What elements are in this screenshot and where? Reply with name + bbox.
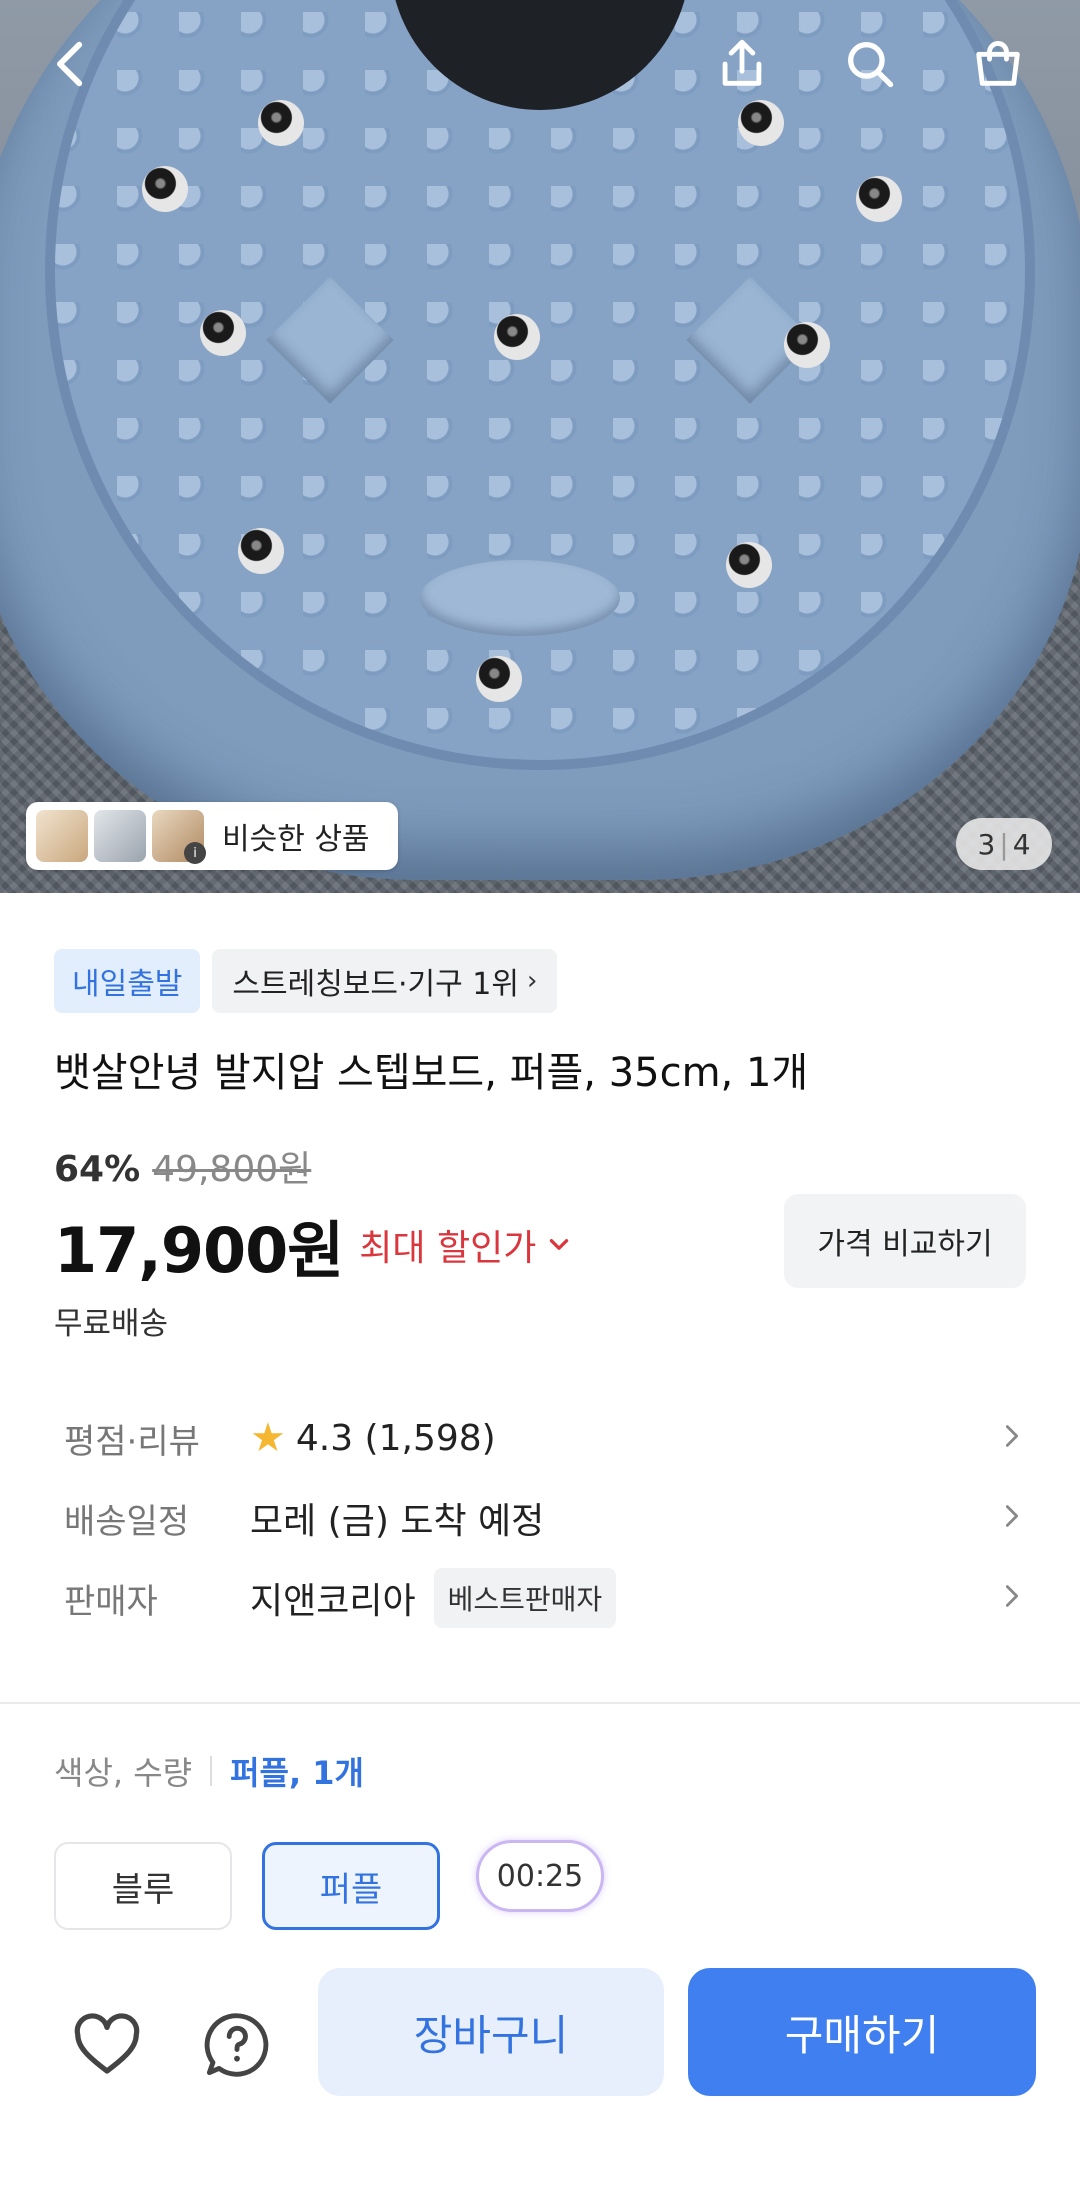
image-stone (738, 100, 784, 146)
rating-value: 4.3 (1,598) (295, 1417, 496, 1459)
chevron-right-icon (998, 1502, 1026, 1534)
delivery-value: 모레 (금) 도착 예정 (250, 1501, 545, 1542)
seller-row[interactable]: 판매자 지앤코리아 베스트판매자 (64, 1558, 1026, 1638)
image-stone (784, 322, 830, 368)
chevron-right-icon: › (526, 966, 538, 996)
image-stone (476, 656, 522, 702)
wishlist-button[interactable] (62, 2000, 152, 2090)
discount-percent: 64% (54, 1149, 141, 1190)
similar-products-chip[interactable]: i 비슷한 상품 (26, 802, 398, 870)
image-stone (856, 176, 902, 222)
inquiry-button[interactable] (192, 2000, 282, 2090)
buy-now-button[interactable]: 구매하기 (688, 1968, 1036, 2096)
image-stone (494, 314, 540, 360)
page-total: 4 (1012, 827, 1031, 861)
price-compare-button[interactable]: 가격 비교하기 (784, 1194, 1026, 1288)
page-current: 3 (977, 827, 996, 861)
ranking-label: 스트레칭보드·기구 1위 (232, 967, 519, 1002)
search-button[interactable] (830, 24, 910, 104)
delivery-label: 배송일정 (64, 1501, 190, 1542)
page-separator: | (999, 827, 1009, 861)
product-info-list: 평점·리뷰 ★ 4.3 (1,598) 배송일정 모레 (금) 도착 예정 판매… (64, 1398, 1026, 1638)
back-icon (57, 41, 83, 87)
add-to-cart-button[interactable]: 장바구니 (318, 1968, 664, 2096)
image-stone (238, 528, 284, 574)
option-header-divider (210, 1756, 213, 1786)
chevron-right-icon (998, 1582, 1026, 1614)
section-divider (0, 1702, 1080, 1704)
option-summary[interactable]: 색상, 수량 퍼플, 1개 (54, 1748, 364, 1794)
delivery-badge: 내일출발 (54, 949, 201, 1013)
rating-value-group: ★ 4.3 (1,598) (250, 1415, 496, 1461)
question-icon (204, 2013, 269, 2077)
ranking-badge[interactable]: 스트레칭보드·기구 1위 › (212, 949, 558, 1013)
chevron-right-icon (998, 1422, 1026, 1454)
product-tags: 내일출발 스트레칭보드·기구 1위 › (54, 949, 558, 1013)
option-blue-button[interactable]: 블루 (54, 1842, 232, 1930)
rating-label: 평점·리뷰 (64, 1421, 200, 1462)
max-discount-label: 최대 할인가 (359, 1228, 537, 1269)
seller-name: 지앤코리아 (250, 1581, 416, 1622)
chevron-down-icon (550, 1239, 569, 1250)
option-header-label: 색상, 수량 (54, 1754, 193, 1792)
seller-badge: 베스트판매자 (433, 1568, 617, 1628)
option-purple-button[interactable]: 퍼플 (262, 1842, 440, 1930)
option-selected-value: 퍼플, 1개 (230, 1754, 364, 1792)
original-price: 49,800원 (152, 1149, 312, 1190)
shopping-bag-icon (976, 41, 1020, 86)
price-row: 17,900원 최대 할인가 (54, 1200, 572, 1290)
similar-products-label: 비슷한 상품 (222, 822, 370, 857)
similar-thumb: i (152, 810, 206, 864)
discount-row: 64% 49,800원 (54, 1140, 311, 1192)
share-icon (722, 39, 762, 86)
rating-row[interactable]: 평점·리뷰 ★ 4.3 (1,598) (64, 1398, 1026, 1478)
shipping-info: 무료배송 (54, 1306, 169, 1342)
image-stone (726, 542, 772, 588)
max-discount-toggle[interactable]: 최대 할인가 (359, 1219, 572, 1271)
image-page-counter: 3 | 4 (956, 818, 1052, 870)
image-stone (142, 166, 188, 212)
product-image[interactable]: i 비슷한 상품 3 | 4 (0, 0, 1080, 893)
heart-icon (74, 2013, 140, 2074)
image-stone (258, 100, 304, 146)
image-board-oval (420, 560, 620, 636)
share-button[interactable] (702, 24, 782, 104)
similar-more-icon: i (184, 842, 206, 864)
star-icon: ★ (250, 1415, 286, 1461)
similar-thumb (36, 810, 88, 862)
similar-thumb (94, 810, 146, 862)
cart-button[interactable] (958, 24, 1038, 104)
back-button[interactable] (32, 24, 112, 104)
delivery-row[interactable]: 배송일정 모레 (금) 도착 예정 (64, 1478, 1026, 1558)
product-title: 뱃살안녕 발지압 스텝보드, 퍼플, 35cm, 1개 (54, 1050, 809, 1096)
sale-price: 17,900원 (54, 1214, 344, 1287)
seller-value-group: 지앤코리아 베스트판매자 (250, 1568, 617, 1628)
search-icon (848, 42, 894, 88)
seller-label: 판매자 (64, 1581, 158, 1622)
image-stone (200, 310, 246, 356)
countdown-timer: 00:25 (476, 1840, 604, 1912)
